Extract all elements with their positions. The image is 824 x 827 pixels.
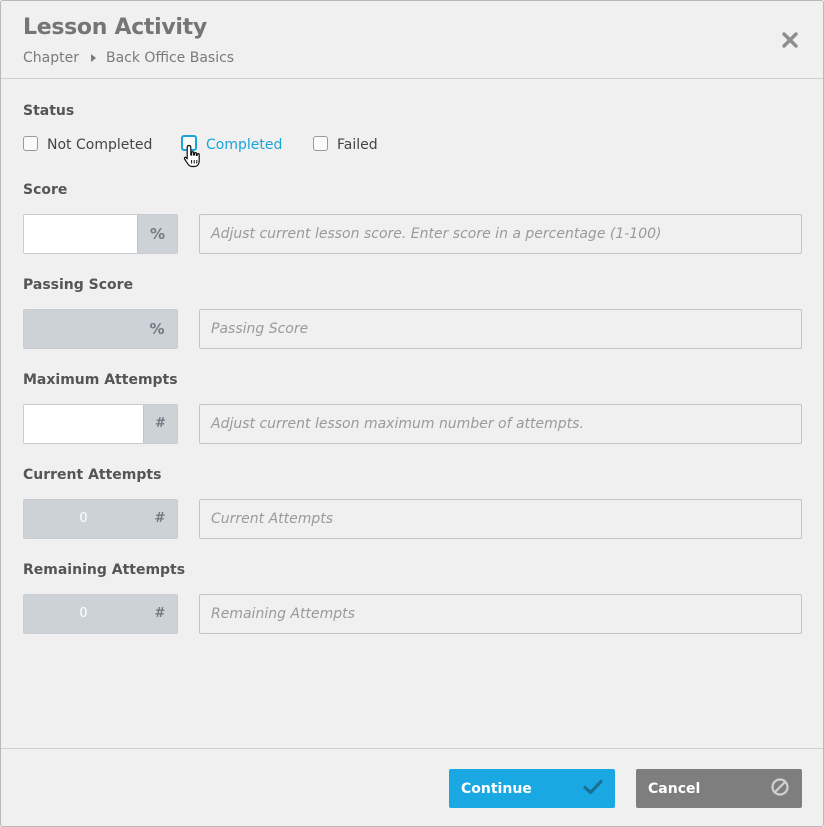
score-label: Score	[23, 182, 68, 198]
cancel-button[interactable]: Cancel	[636, 769, 802, 808]
hand-pointer-icon	[183, 144, 205, 174]
maximum-attempts-label: Maximum Attempts	[23, 372, 178, 388]
current-attempts-input: 0	[24, 500, 143, 538]
remaining-attempts-input: 0	[24, 595, 143, 633]
checkbox-box[interactable]	[23, 135, 38, 151]
score-description-field[interactable]: Adjust current lesson score. Enter score…	[199, 214, 802, 254]
maximum-attempts-description-field[interactable]: Adjust current lesson maximum number of …	[199, 404, 802, 444]
current-attempts-label: Current Attempts	[23, 467, 162, 483]
maximum-attempts-input-group: #	[23, 404, 178, 444]
score-input-group: %	[23, 214, 178, 254]
percent-addon: %	[137, 310, 177, 348]
status-label: Status	[23, 103, 75, 119]
passing-score-input	[24, 310, 137, 348]
remaining-attempts-input-group: 0 #	[23, 594, 178, 634]
breadcrumb-item-chapter[interactable]: Chapter	[23, 50, 79, 66]
status-not-completed-label: Not Completed	[47, 137, 153, 153]
remaining-attempts-description-field: Remaining Attempts	[199, 594, 802, 634]
cancel-button-label: Cancel	[648, 780, 701, 797]
current-attempts-description-field: Current Attempts	[199, 499, 802, 539]
current-attempts-input-group: 0 #	[23, 499, 178, 539]
caret-right-icon	[90, 54, 96, 62]
checkmark-icon	[583, 779, 603, 799]
passing-score-input-group: %	[23, 309, 178, 349]
status-failed-checkbox[interactable]: Failed	[313, 135, 378, 153]
close-icon[interactable]	[781, 31, 799, 49]
percent-addon: %	[137, 215, 177, 253]
dialog-title: Lesson Activity	[23, 15, 207, 40]
breadcrumb: Chapter Back Office Basics	[23, 50, 234, 66]
cancel-circle-icon	[770, 777, 790, 801]
passing-score-label: Passing Score	[23, 277, 134, 293]
checkbox-box[interactable]	[313, 135, 328, 151]
dialog-footer: Continue Cancel	[1, 748, 823, 826]
status-failed-label: Failed	[337, 137, 378, 153]
status-completed-label: Completed	[206, 137, 283, 153]
remaining-attempts-label: Remaining Attempts	[23, 562, 186, 578]
hash-addon: #	[143, 595, 177, 633]
breadcrumb-item-lesson: Back Office Basics	[105, 50, 235, 66]
lesson-activity-dialog: Lesson Activity Chapter Back Office Basi…	[0, 0, 824, 827]
continue-button-label: Continue	[461, 780, 532, 797]
status-not-completed-checkbox[interactable]: Not Completed	[23, 135, 153, 153]
score-input[interactable]	[24, 215, 137, 253]
continue-button[interactable]: Continue	[449, 769, 615, 808]
hash-addon: #	[143, 405, 177, 443]
maximum-attempts-input[interactable]	[24, 405, 143, 443]
hash-addon: #	[143, 500, 177, 538]
dialog-header: Lesson Activity Chapter Back Office Basi…	[1, 1, 823, 79]
passing-score-description-field: Passing Score	[199, 309, 802, 349]
